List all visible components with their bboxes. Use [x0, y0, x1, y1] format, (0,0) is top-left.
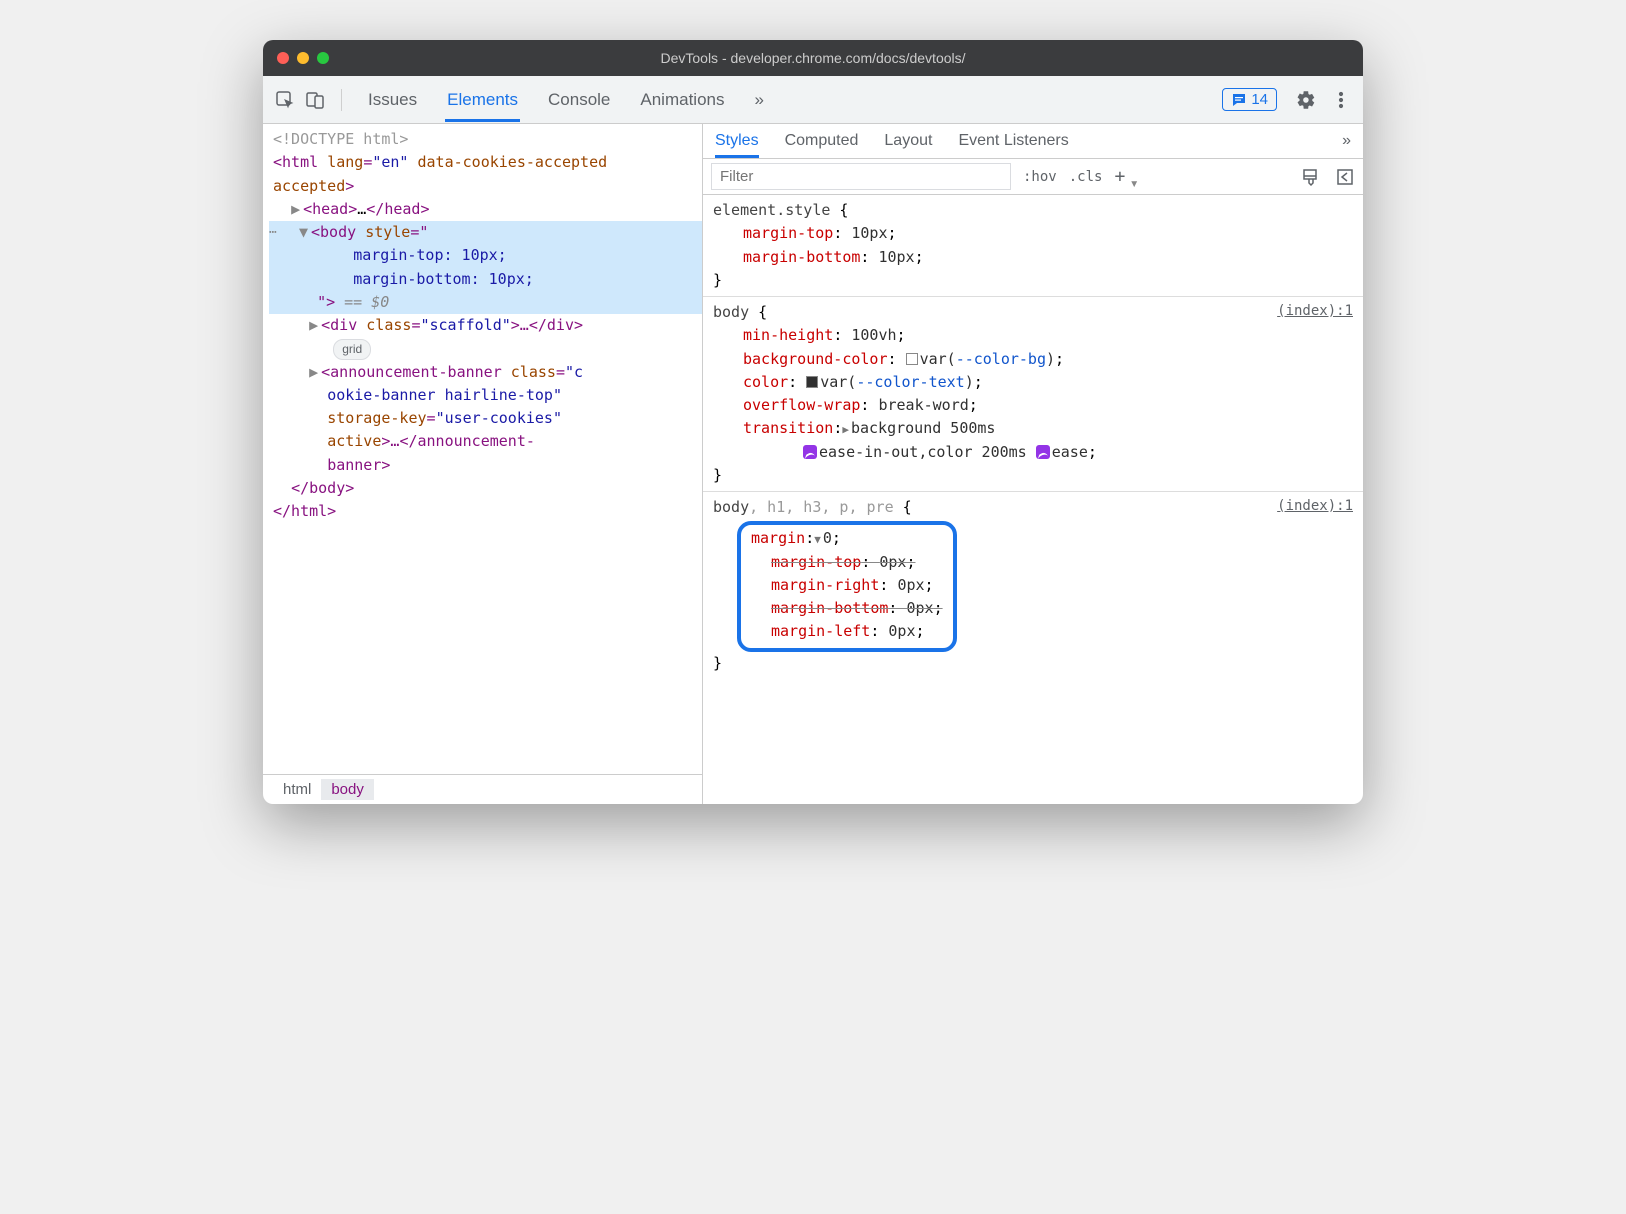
source-link[interactable]: (index):1: [1277, 301, 1353, 323]
easing-icon[interactable]: [1036, 445, 1050, 459]
tab-computed[interactable]: Computed: [785, 124, 859, 158]
styles-pane: Styles Computed Layout Event Listeners »…: [703, 124, 1363, 804]
paint-brush-icon[interactable]: [1301, 167, 1321, 187]
banner-node-l2: ookie-banner hairline-top": [269, 384, 702, 407]
div-scaffold-node[interactable]: ▶<div class="scaffold">…</div>: [269, 314, 702, 337]
selection-ellipsis-icon: ⋯: [269, 221, 295, 243]
source-link[interactable]: (index):1: [1277, 496, 1353, 518]
elements-pane: <!DOCTYPE html> <html lang="en" data-coo…: [263, 124, 703, 804]
banner-node-l4: active>…</announcement-: [269, 430, 702, 453]
color-swatch-icon[interactable]: [906, 353, 918, 365]
body-close: </body>: [269, 477, 702, 500]
disclosure-triangle-icon[interactable]: ▶: [842, 421, 849, 438]
crumb-html[interactable]: html: [273, 779, 321, 800]
devtools-window: DevTools - developer.chrome.com/docs/dev…: [263, 40, 1363, 804]
styles-sub-tabs: Styles Computed Layout Event Listeners »: [703, 124, 1363, 159]
banner-node-l5: banner>: [269, 454, 702, 477]
kebab-menu-icon[interactable]: [1329, 88, 1353, 112]
body-node-selected[interactable]: ⋯ ▼<body style=" margin-top: 10px; margi…: [269, 221, 702, 314]
disclosure-triangle-icon[interactable]: ▶: [291, 198, 303, 221]
tab-issues[interactable]: Issues: [366, 78, 419, 122]
tab-console[interactable]: Console: [546, 78, 612, 122]
disclosure-triangle-down-icon[interactable]: ▼: [814, 531, 821, 548]
banner-node-l3: storage-key="user-cookies": [269, 407, 702, 430]
filter-row: :hov .cls + ▼: [703, 159, 1363, 195]
disclosure-triangle-down-icon[interactable]: ▼: [299, 221, 311, 244]
cls-toggle[interactable]: .cls: [1069, 169, 1103, 185]
highlight-annotation: margin: ▼ 0; margin-top: 0px; margin-rig…: [737, 521, 957, 651]
tab-animations[interactable]: Animations: [638, 78, 726, 122]
html-close: </html>: [269, 500, 702, 523]
easing-icon[interactable]: [803, 445, 817, 459]
titlebar: DevTools - developer.chrome.com/docs/dev…: [263, 40, 1363, 76]
grid-badge-row: grid: [269, 337, 702, 360]
disclosure-triangle-icon[interactable]: ▶: [309, 361, 321, 384]
tab-layout[interactable]: Layout: [884, 124, 932, 158]
settings-icon[interactable]: [1293, 88, 1317, 112]
tab-styles[interactable]: Styles: [715, 124, 759, 158]
messages-badge[interactable]: 14: [1222, 88, 1277, 111]
styles-rules: element.style { margin-top: 10px; margin…: [703, 195, 1363, 804]
subtabs-overflow-icon[interactable]: »: [1342, 124, 1351, 158]
rule-body-group[interactable]: (index):1 body, h1, h3, p, pre { margin:…: [703, 492, 1363, 679]
dom-tree[interactable]: <!DOCTYPE html> <html lang="en" data-coo…: [263, 124, 702, 774]
main-toolbar: Issues Elements Console Animations » 14: [263, 76, 1363, 124]
device-toggle-icon[interactable]: [303, 88, 327, 112]
tab-event-listeners[interactable]: Event Listeners: [958, 124, 1068, 158]
html-open[interactable]: <html lang="en" data-cookies-accepted: [269, 151, 702, 174]
message-icon: [1231, 92, 1247, 108]
window-title: DevTools - developer.chrome.com/docs/dev…: [660, 50, 965, 66]
traffic-lights: [277, 52, 329, 64]
crumb-body[interactable]: body: [321, 779, 374, 800]
close-icon[interactable]: [277, 52, 289, 64]
hov-toggle[interactable]: :hov: [1023, 169, 1057, 185]
chevron-down-icon[interactable]: ▼: [1129, 179, 1139, 190]
tab-elements[interactable]: Elements: [445, 78, 520, 122]
banner-node[interactable]: ▶<announcement-banner class="c: [269, 361, 702, 384]
grid-badge[interactable]: grid: [333, 339, 371, 360]
head-node[interactable]: ▶<head>…</head>: [269, 198, 702, 221]
rule-element-style[interactable]: element.style { margin-top: 10px; margin…: [703, 195, 1363, 297]
disclosure-triangle-icon[interactable]: ▶: [309, 314, 321, 337]
rule-body[interactable]: (index):1 body { min-height: 100vh; back…: [703, 297, 1363, 492]
doctype: <!DOCTYPE html>: [269, 128, 702, 151]
color-swatch-icon[interactable]: [806, 376, 818, 388]
minimize-icon[interactable]: [297, 52, 309, 64]
tabs-overflow-icon[interactable]: »: [753, 78, 766, 122]
content-area: <!DOCTYPE html> <html lang="en" data-coo…: [263, 124, 1363, 804]
breadcrumbs: html body: [263, 774, 702, 804]
zoom-icon[interactable]: [317, 52, 329, 64]
main-tabs: Issues Elements Console Animations »: [366, 78, 1216, 122]
inspect-icon[interactable]: [273, 88, 297, 112]
html-open-2: accepted>: [269, 175, 702, 198]
filter-input[interactable]: [711, 163, 1011, 190]
toggle-rendering-icon[interactable]: [1335, 167, 1355, 187]
new-style-button[interactable]: +: [1114, 166, 1125, 187]
messages-count: 14: [1251, 91, 1268, 108]
separator: [341, 89, 342, 111]
